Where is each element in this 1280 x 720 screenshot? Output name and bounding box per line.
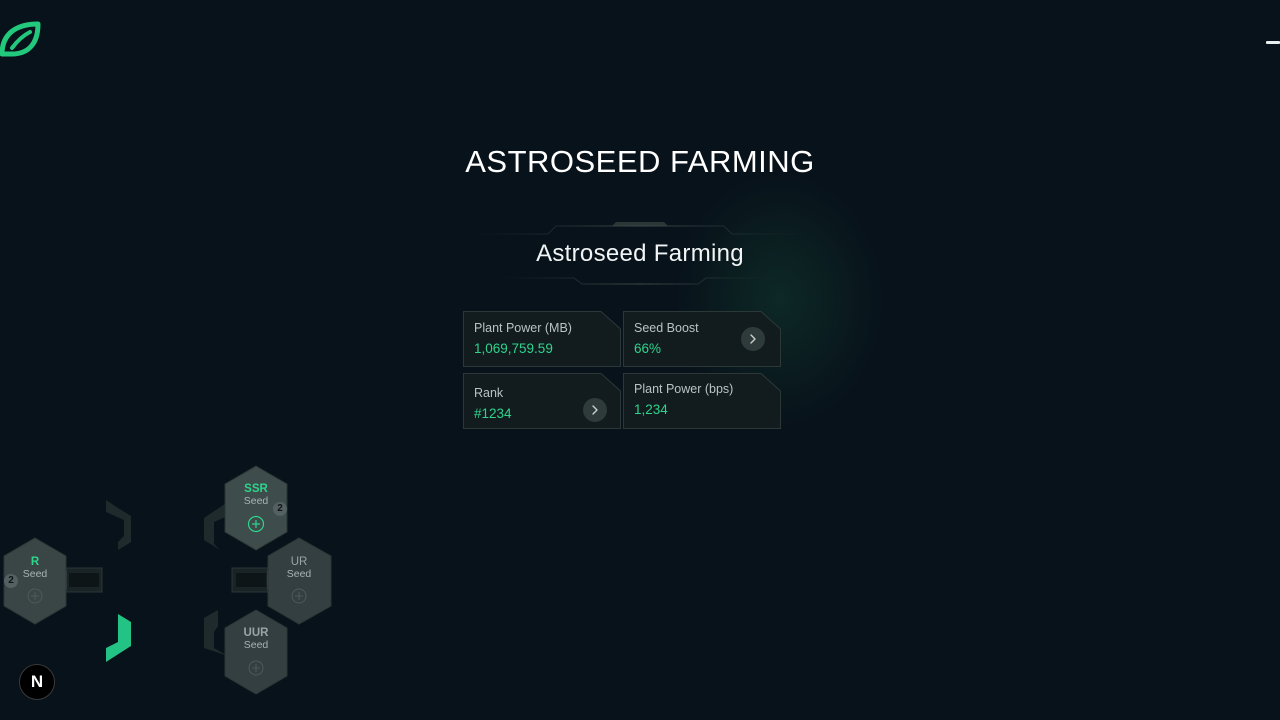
- leaf-icon[interactable]: [0, 20, 42, 58]
- bracket-decoration: [204, 502, 228, 550]
- node-rank: UR: [290, 556, 308, 568]
- connector-inner: [69, 573, 99, 587]
- count-badge: 2: [4, 574, 18, 588]
- node-rank: UUR: [243, 627, 269, 639]
- stat-value: #1234: [474, 406, 512, 421]
- page-title: ASTROSEED FARMING: [465, 144, 815, 179]
- stat-label: Plant Power (bps): [634, 382, 734, 396]
- plant-power-mb-card: Plant Power (MB) 1,069,759.59: [463, 311, 621, 367]
- bracket-decoration: [106, 500, 131, 550]
- plant-power-bps-card: Plant Power (bps) 1,234: [623, 373, 781, 429]
- stat-label: Rank: [474, 386, 504, 400]
- stat-value: 66%: [634, 341, 662, 356]
- bracket-decoration-active: [106, 614, 131, 662]
- stat-value: 1,069,759.59: [474, 341, 553, 356]
- seed-node-ur: [267, 537, 332, 625]
- stat-label: Plant Power (MB): [474, 321, 572, 335]
- bracket-decoration: [204, 610, 228, 656]
- node-rank: R: [30, 556, 40, 568]
- seed-boost-arrow-button[interactable]: [741, 327, 765, 351]
- node-rank: SSR: [244, 483, 268, 495]
- panel-header: Astroseed Farming: [470, 220, 810, 286]
- node-sub: Seed: [243, 639, 269, 651]
- seed-node-uur: [224, 609, 288, 695]
- connector-inner: [236, 573, 266, 587]
- seed-node-uur-label[interactable]: UUR Seed: [226, 627, 286, 651]
- app-root: ASTROSEED FARMING Astroseed Farming Plan…: [0, 0, 1280, 720]
- chevron-right-icon: [592, 405, 598, 415]
- rank-card: Rank #1234: [463, 373, 621, 429]
- seed-boost-card: Seed Boost 66%: [623, 311, 781, 367]
- chevron-right-icon: [750, 334, 756, 344]
- stat-label: Seed Boost: [634, 321, 699, 335]
- rank-arrow-button[interactable]: [583, 398, 607, 422]
- stat-value: 1,234: [634, 402, 668, 417]
- seed-node-ur-label[interactable]: UR Seed: [269, 556, 329, 580]
- node-sub: Seed: [286, 568, 312, 580]
- nextjs-dev-button[interactable]: N: [19, 664, 55, 700]
- count-badge: 2: [273, 502, 287, 516]
- hamburger-icon[interactable]: [1262, 34, 1280, 50]
- panel-title: Astroseed Farming: [536, 240, 744, 267]
